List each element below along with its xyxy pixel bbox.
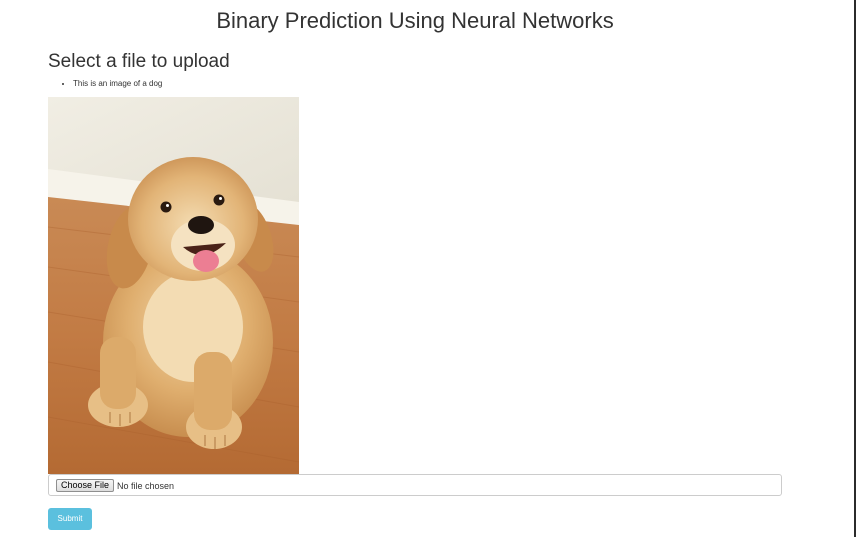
upload-heading: Select a file to upload (48, 51, 230, 72)
page: Binary Prediction Using Neural Networks … (0, 0, 856, 537)
uploaded-image-preview (48, 97, 299, 474)
prediction-result-list: This is an image of a dog (48, 78, 162, 90)
page-title: Binary Prediction Using Neural Networks (216, 8, 614, 33)
file-input[interactable]: Choose File No file chosen (48, 474, 782, 496)
choose-file-button[interactable]: Choose File (56, 479, 115, 492)
file-status-text: No file chosen (117, 481, 175, 491)
submit-button[interactable]: Submit (48, 508, 92, 530)
dog-image (48, 97, 299, 474)
prediction-result-item: This is an image of a dog (73, 78, 162, 90)
